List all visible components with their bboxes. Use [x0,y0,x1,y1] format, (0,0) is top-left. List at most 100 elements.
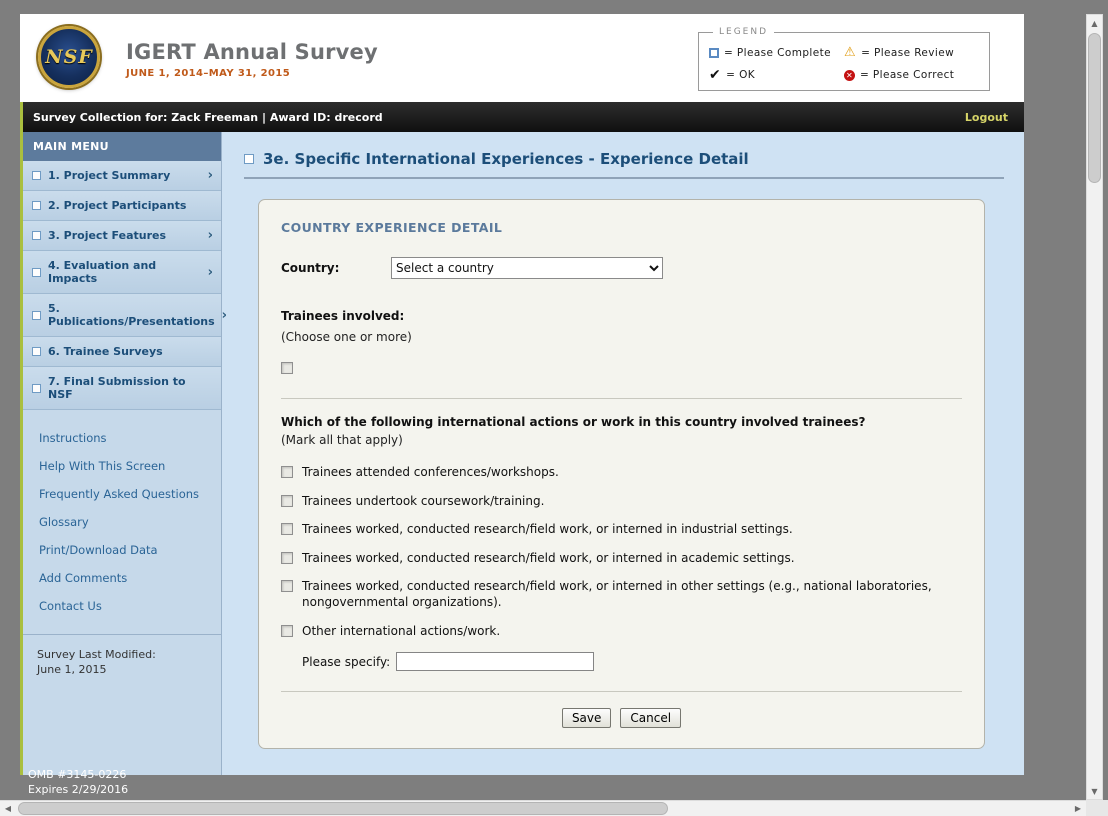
sidebar-item-project-summary[interactable]: 1. Project Summary › [23,161,221,191]
legend-grid: = Please Complete ⚠ = Please Review ✔ = … [709,46,979,82]
please-complete-icon [32,201,41,210]
option-academic: Trainees worked, conducted research/fiel… [281,551,962,567]
country-experience-panel: COUNTRY EXPERIENCE DETAIL Country: Selec… [258,199,985,749]
legend-item-ok: ✔ = OK [709,68,844,82]
survey-date-range: JUNE 1, 2014–MAY 31, 2015 [126,68,378,79]
sidebar-item-trainee-surveys[interactable]: 6. Trainee Surveys [23,337,221,367]
trainees-involved-hint: (Choose one or more) [281,330,962,344]
sidebar-item-label: 7. Final Submission to NSF [48,375,213,401]
nsf-logo-text: NSF [45,46,93,68]
app-title: IGERT Annual Survey [126,40,378,64]
panel-divider [281,691,962,692]
country-select[interactable]: Select a country [391,257,663,279]
legend-box: LEGEND = Please Complete ⚠ = Please Revi… [698,32,990,91]
main-content: 3e. Specific International Experiences -… [222,132,1024,775]
main-menu-header: MAIN MENU [23,132,221,161]
page-title: 3e. Specific International Experiences -… [263,150,749,168]
legend-item-correct: ✕ = Please Correct [844,68,979,82]
coursework-checkbox[interactable] [281,495,293,507]
please-complete-icon [32,268,41,277]
sidebar-item-label: 3. Project Features [48,229,166,242]
action-options-list: Trainees attended conferences/workshops.… [281,465,962,671]
scroll-left-icon[interactable]: ◀ [0,801,16,816]
country-field-row: Country: Select a country [281,257,962,279]
link-help-with-screen[interactable]: Help With This Screen [23,452,221,480]
please-complete-icon [32,231,41,240]
sidebar-item-project-participants[interactable]: 2. Project Participants [23,191,221,221]
legend-item-review: ⚠ = Please Review [844,46,979,59]
scroll-right-icon[interactable]: ▶ [1070,801,1086,816]
option-conferences: Trainees attended conferences/workshops. [281,465,962,481]
legend-label: = Please Review [861,47,954,59]
please-complete-icon [32,347,41,356]
sidebar-item-evaluation-impacts[interactable]: 4. Evaluation and Impacts › [23,251,221,294]
scroll-down-icon[interactable]: ▼ [1087,783,1102,799]
option-label: Trainees attended conferences/workshops. [302,465,559,481]
other-settings-checkbox[interactable] [281,580,293,592]
option-label: Trainees undertook coursework/training. [302,494,544,510]
option-label: Trainees worked, conducted research/fiel… [302,551,795,567]
sidebar-item-label: 5. Publications/Presentations [48,302,215,328]
link-faq[interactable]: Frequently Asked Questions [23,480,221,508]
other-actions-checkbox[interactable] [281,625,293,637]
option-label: Trainees worked, conducted research/fiel… [302,579,962,610]
legend-item-complete: = Please Complete [709,46,844,59]
option-coursework: Trainees undertook coursework/training. [281,494,962,510]
option-industrial: Trainees worked, conducted research/fiel… [281,522,962,538]
button-row: Save Cancel [281,708,962,728]
link-print-download[interactable]: Print/Download Data [23,536,221,564]
logout-link[interactable]: Logout [965,111,1008,124]
option-label: Trainees worked, conducted research/fiel… [302,522,793,538]
chevron-right-icon: › [208,229,213,242]
omb-footer: OMB #3145-0226 Expires 2/29/2016 [28,768,128,798]
legend-label: = Please Complete [724,47,831,59]
country-label: Country: [281,261,391,275]
sidebar-item-label: 2. Project Participants [48,199,186,212]
chevron-right-icon: › [208,169,213,182]
link-contact-us[interactable]: Contact Us [23,592,221,620]
vertical-scrollbar-thumb[interactable] [1088,33,1101,183]
navbar: Survey Collection for: Zack Freeman | Aw… [20,102,1024,132]
survey-window: NSF IGERT Annual Survey JUNE 1, 2014–MAY… [20,14,1024,775]
option-other-settings: Trainees worked, conducted research/fiel… [281,579,962,610]
sidebar-item-label: 6. Trainee Surveys [48,345,163,358]
sidebar-item-project-features[interactable]: 3. Project Features › [23,221,221,251]
save-button[interactable]: Save [562,708,611,728]
vertical-scrollbar[interactable]: ▲ ▼ [1086,14,1103,800]
link-instructions[interactable]: Instructions [23,424,221,452]
content-area: MAIN MENU 1. Project Summary › 2. Projec… [20,132,1024,775]
header-titles: IGERT Annual Survey JUNE 1, 2014–MAY 31,… [126,40,378,79]
option-other-actions: Other international actions/work. [281,624,962,640]
chevron-right-icon: › [208,266,213,279]
cancel-button[interactable]: Cancel [620,708,681,728]
conferences-checkbox[interactable] [281,466,293,478]
please-specify-label: Please specify: [302,655,390,669]
please-specify-input[interactable] [396,652,594,671]
omb-number: OMB #3145-0226 [28,768,128,783]
academic-checkbox[interactable] [281,552,293,564]
sidebar-item-publications[interactable]: 5. Publications/Presentations › [23,294,221,337]
industrial-checkbox[interactable] [281,523,293,535]
sidebar: MAIN MENU 1. Project Summary › 2. Projec… [23,132,222,775]
trainees-involved-checkbox[interactable] [281,362,293,374]
horizontal-scrollbar-thumb[interactable] [18,802,668,815]
please-complete-icon [32,171,41,180]
link-add-comments[interactable]: Add Comments [23,564,221,592]
legend-label: = Please Correct [860,69,954,81]
page-header: NSF IGERT Annual Survey JUNE 1, 2014–MAY… [20,14,1024,102]
horizontal-scrollbar[interactable]: ◀ ▶ [0,800,1086,816]
legend-label: = OK [726,69,755,81]
actions-question-hint: (Mark all that apply) [281,433,962,447]
warning-icon: ⚠ [844,46,856,59]
last-modified-label: Survey Last Modified: [37,647,211,662]
sidebar-item-final-submission[interactable]: 7. Final Submission to NSF [23,367,221,410]
nsf-logo-icon: NSF [38,26,100,88]
last-modified-date: June 1, 2015 [37,662,211,677]
please-complete-icon [32,384,41,393]
scroll-up-icon[interactable]: ▲ [1087,15,1102,31]
panel-heading: COUNTRY EXPERIENCE DETAIL [281,220,962,235]
actions-question: Which of the following international act… [281,415,962,429]
sidebar-item-label: 4. Evaluation and Impacts [48,259,201,285]
legend-title: LEGEND [713,27,774,37]
link-glossary[interactable]: Glossary [23,508,221,536]
